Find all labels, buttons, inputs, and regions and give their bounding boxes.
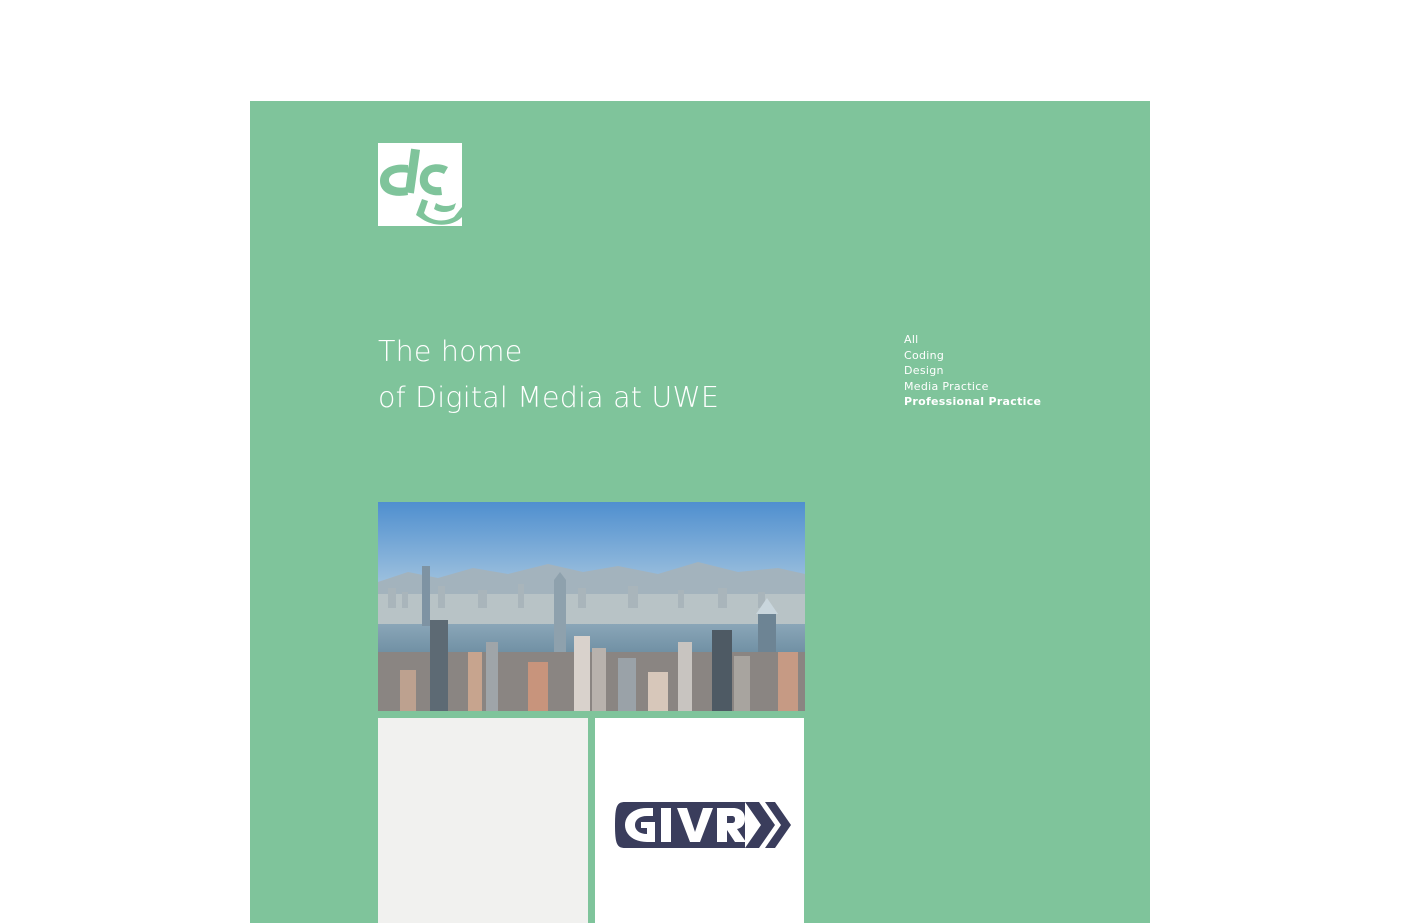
filter-professional-practice[interactable]: Professional Practice [904, 394, 1041, 410]
filter-design[interactable]: Design [904, 363, 1041, 379]
home-panel: The home of Digital Media at UWE All Cod… [250, 101, 1150, 923]
dcu-logo-icon [378, 143, 462, 226]
headline-line-2: of Digital Media at UWE [378, 381, 720, 414]
city-skyline-image [378, 502, 805, 711]
page-headline: The home of Digital Media at UWE [378, 329, 719, 421]
givr-logo-icon [615, 802, 791, 848]
filter-coding[interactable]: Coding [904, 348, 1041, 364]
filter-all[interactable]: All [904, 332, 1041, 348]
filter-media-practice[interactable]: Media Practice [904, 379, 1041, 395]
project-card-givr[interactable] [595, 718, 804, 923]
project-card-blank[interactable] [378, 718, 588, 923]
site-logo[interactable] [378, 143, 462, 226]
headline-line-1: The home [378, 335, 523, 368]
category-filter-list: All Coding Design Media Practice Profess… [904, 332, 1041, 410]
project-card-city[interactable] [378, 502, 805, 711]
